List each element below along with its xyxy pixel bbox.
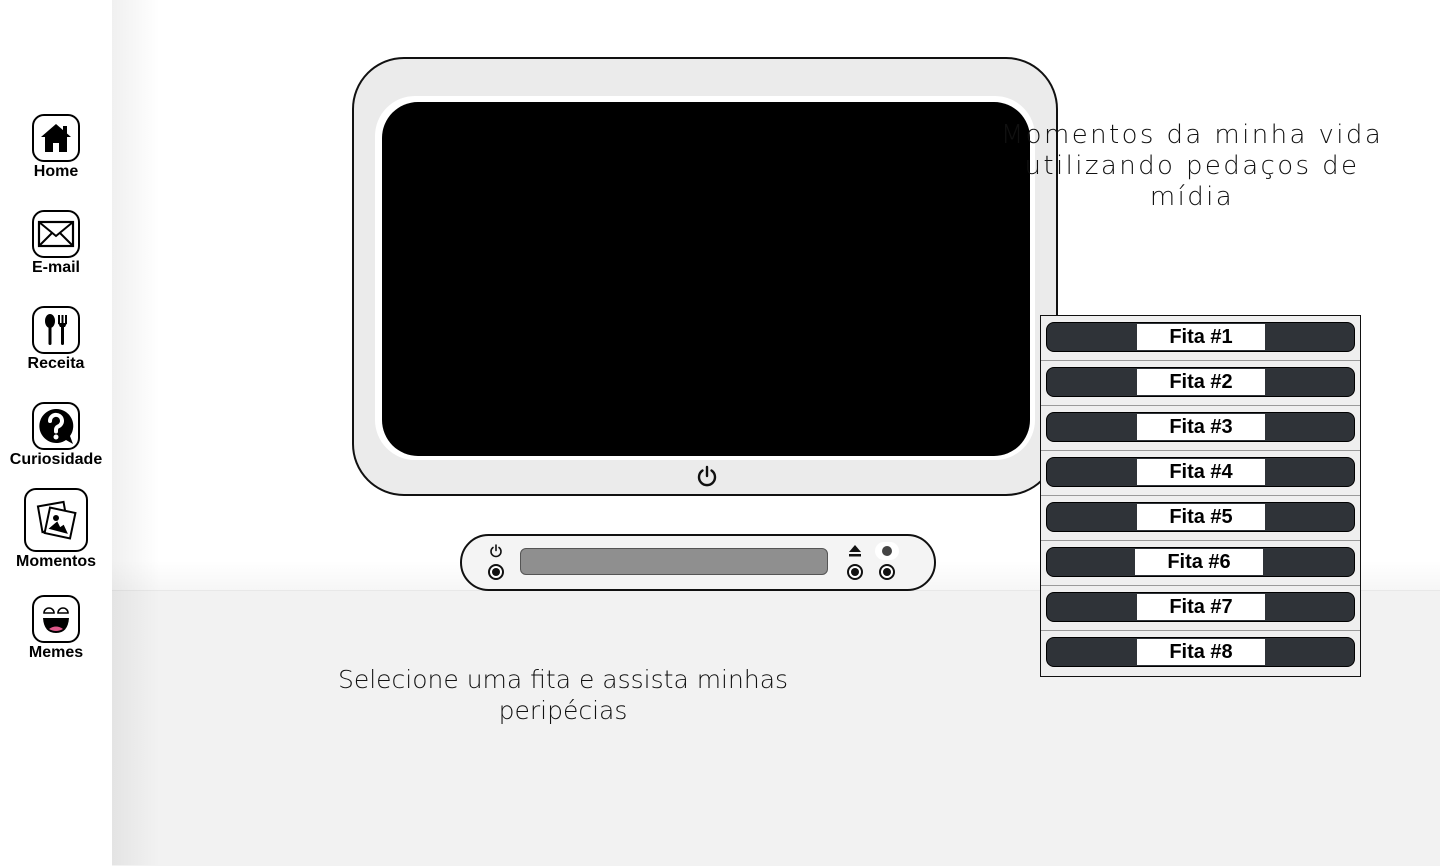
- tape-1[interactable]: Fita #1: [1046, 322, 1355, 352]
- photos-icon: [24, 488, 88, 552]
- record-dot-icon: [882, 546, 892, 556]
- nav-item-receita[interactable]: Receita: [0, 306, 112, 373]
- nav-item-home[interactable]: Home: [0, 114, 112, 181]
- question-icon: [32, 402, 80, 450]
- nav-label-curiosidade: Curiosidade: [9, 451, 103, 468]
- nav-label-memes: Memes: [28, 644, 84, 661]
- record-button[interactable]: [875, 542, 899, 560]
- divider: [1041, 405, 1360, 406]
- nav-label-momentos: Momentos: [16, 553, 96, 570]
- tape-8[interactable]: Fita #8: [1046, 637, 1355, 667]
- tape-3[interactable]: Fita #3: [1046, 412, 1355, 442]
- tape-rack: Fita #1 Fita #2 Fita #3 Fita #4 Fita #5 …: [1040, 315, 1361, 677]
- tape-7[interactable]: Fita #7: [1046, 592, 1355, 622]
- tape-6[interactable]: Fita #6: [1046, 547, 1355, 577]
- tv-power-button[interactable]: [695, 464, 719, 488]
- vcr-knob-left[interactable]: [488, 564, 504, 580]
- nav-item-momentos[interactable]: Momentos: [0, 488, 112, 571]
- tape-label: Fita #5: [1137, 504, 1265, 530]
- tape-label: Fita #2: [1137, 369, 1265, 395]
- vcr-knob-eject[interactable]: [847, 564, 863, 580]
- nav-item-email[interactable]: E-mail: [0, 210, 112, 277]
- vcr-tape-slot[interactable]: [520, 548, 828, 575]
- nav-label-email: E-mail: [31, 259, 80, 276]
- headline-line-1: Momentos da minha vida: [1000, 120, 1384, 150]
- nav-item-curiosidade[interactable]: Curiosidade: [0, 402, 112, 469]
- tape-label: Fita #1: [1137, 324, 1265, 350]
- envelope-icon: [32, 210, 80, 258]
- power-icon: [490, 544, 502, 558]
- tv: [352, 57, 1058, 496]
- nav-label-receita: Receita: [27, 355, 85, 372]
- home-icon: [32, 114, 80, 162]
- vcr-player: [460, 534, 936, 591]
- utensils-icon: [32, 306, 80, 354]
- divider: [1041, 450, 1360, 451]
- eject-icon: [849, 545, 861, 557]
- divider: [1041, 360, 1360, 361]
- nav-label-home: Home: [33, 163, 79, 180]
- instruction-text: Selecione uma fita e assista minhas peri…: [337, 665, 789, 725]
- eject-button[interactable]: [843, 542, 867, 560]
- laughing-face-icon: [32, 595, 80, 643]
- main-stage: Momentos da minha vida utilizando pedaço…: [112, 0, 1440, 866]
- vcr-knob-record[interactable]: [879, 564, 895, 580]
- tape-label: Fita #7: [1137, 594, 1265, 620]
- nav-item-memes[interactable]: Memes: [0, 595, 112, 662]
- headline-line-2: utilizando pedaços de mídia: [1024, 151, 1360, 212]
- tv-screen[interactable]: [382, 102, 1030, 456]
- tape-4[interactable]: Fita #4: [1046, 457, 1355, 487]
- tape-2[interactable]: Fita #2: [1046, 367, 1355, 397]
- tape-label: Fita #6: [1135, 549, 1263, 575]
- page-headline: Momentos da minha vida utilizando pedaço…: [992, 120, 1392, 213]
- sidebar: Home E-mail Receita Curiosidade Momentos…: [0, 0, 112, 865]
- tape-5[interactable]: Fita #5: [1046, 502, 1355, 532]
- divider: [1041, 585, 1360, 586]
- divider: [1041, 495, 1360, 496]
- divider: [1041, 630, 1360, 631]
- power-icon: [697, 465, 717, 487]
- tape-label: Fita #4: [1137, 459, 1265, 485]
- divider: [1041, 540, 1360, 541]
- tape-label: Fita #8: [1137, 639, 1265, 665]
- tape-label: Fita #3: [1137, 414, 1265, 440]
- vcr-power-button[interactable]: [484, 542, 508, 560]
